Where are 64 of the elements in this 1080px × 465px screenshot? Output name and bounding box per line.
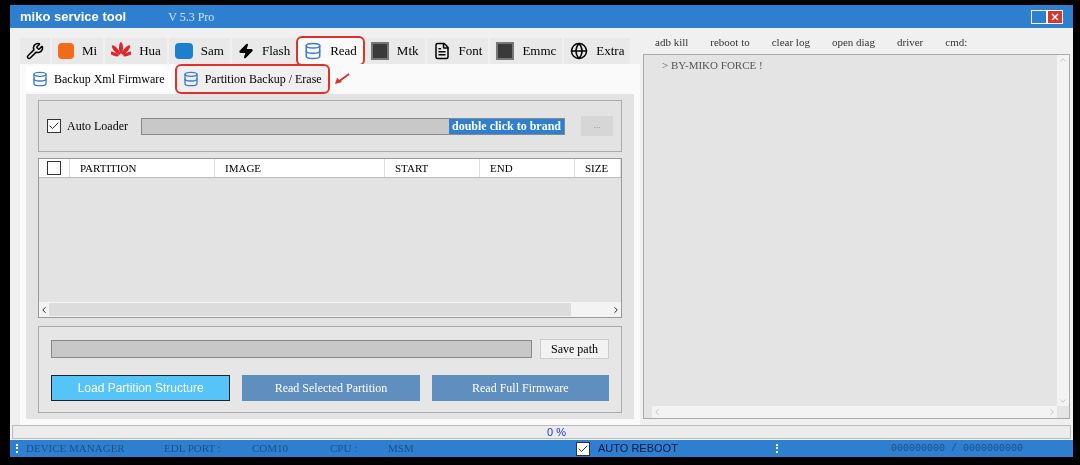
horizontal-scrollbar[interactable]	[39, 302, 621, 317]
status-text: MSM	[388, 441, 415, 457]
save-path-button[interactable]: Save path	[540, 338, 609, 359]
checkbox[interactable]	[47, 119, 61, 133]
tools-icon	[26, 42, 44, 60]
tab[interactable]: Extra	[564, 38, 631, 64]
column-header[interactable]: PARTITION	[70, 159, 215, 177]
status-text: 000000000 / 0000000000	[891, 442, 1024, 456]
toolbar-button[interactable]: reboot to	[708, 33, 752, 51]
scroll-right-icon	[1047, 407, 1057, 417]
tab[interactable]: Mi	[52, 38, 104, 64]
scroll-down-icon	[1058, 396, 1068, 406]
window-button[interactable]	[1031, 9, 1047, 24]
version-label: V 5.3 Pro	[168, 8, 215, 26]
status-text: CPU :	[330, 441, 359, 457]
database-icon	[182, 71, 199, 87]
tab[interactable]: Font	[426, 38, 489, 64]
column-header[interactable]: START	[385, 159, 480, 177]
tab[interactable]: Mtk	[364, 38, 425, 64]
checkbox[interactable]	[576, 441, 590, 456]
checkbox[interactable]	[47, 161, 61, 175]
log-line: > BY-MIKO FORCE !	[662, 58, 764, 73]
brand-field[interactable]: double click to brand	[141, 117, 565, 135]
globe-icon	[570, 42, 589, 60]
horizontal-scrollbar[interactable]	[652, 406, 1057, 418]
file-icon	[432, 42, 451, 60]
pointer-arrow	[333, 73, 350, 85]
tab[interactable]	[20, 38, 50, 64]
subtab[interactable]: Backup Xml Firmware	[26, 66, 171, 92]
status-text: DEVICE MANAGER	[26, 441, 126, 457]
status-text: EDL PORT :	[164, 441, 222, 457]
checkbox-label: AUTO REBOOT	[598, 441, 678, 457]
database-icon	[304, 42, 323, 60]
tab[interactable]: Read	[298, 38, 363, 64]
subtab[interactable]: Partition Backup / Erase	[176, 66, 328, 92]
scroll-left-icon	[39, 304, 49, 315]
column-header[interactable]: IMAGE	[215, 159, 385, 177]
tab[interactable]: Emmc	[490, 38, 563, 64]
close-button[interactable]	[1047, 9, 1063, 24]
column-header[interactable]: END	[480, 159, 575, 177]
field-value: double click to brand	[448, 118, 564, 134]
close-icon	[1051, 12, 1059, 21]
chip-icon	[370, 42, 389, 60]
window-title: miko service tool	[20, 7, 127, 26]
tab[interactable]: Flash	[231, 38, 297, 64]
chip-icon	[496, 42, 515, 60]
toolbar-button[interactable]: cmd:	[943, 33, 970, 51]
scroll-up-icon	[1058, 55, 1068, 65]
database-icon	[32, 71, 48, 87]
lightning-icon	[237, 43, 254, 59]
status-text: COM10	[252, 441, 290, 457]
column-header[interactable]: SIZE	[575, 159, 621, 177]
toolbar-button[interactable]: open diag	[829, 33, 877, 51]
toolbar-button[interactable]: driver	[895, 33, 926, 51]
tab[interactable]: Hua	[105, 38, 167, 64]
checkbox-label: Auto Loader	[67, 118, 129, 135]
toolbar-button[interactable]: clear log	[769, 33, 812, 51]
vertical-scrollbar[interactable]	[1057, 55, 1069, 406]
scroll-left-icon	[652, 407, 662, 417]
scroll-right-icon	[611, 304, 621, 315]
progress-reading: 0 %	[547, 426, 566, 438]
path-field[interactable]	[51, 339, 532, 358]
toolbar-button[interactable]: adb kill	[653, 33, 691, 51]
tab[interactable]: Sam	[168, 38, 230, 64]
